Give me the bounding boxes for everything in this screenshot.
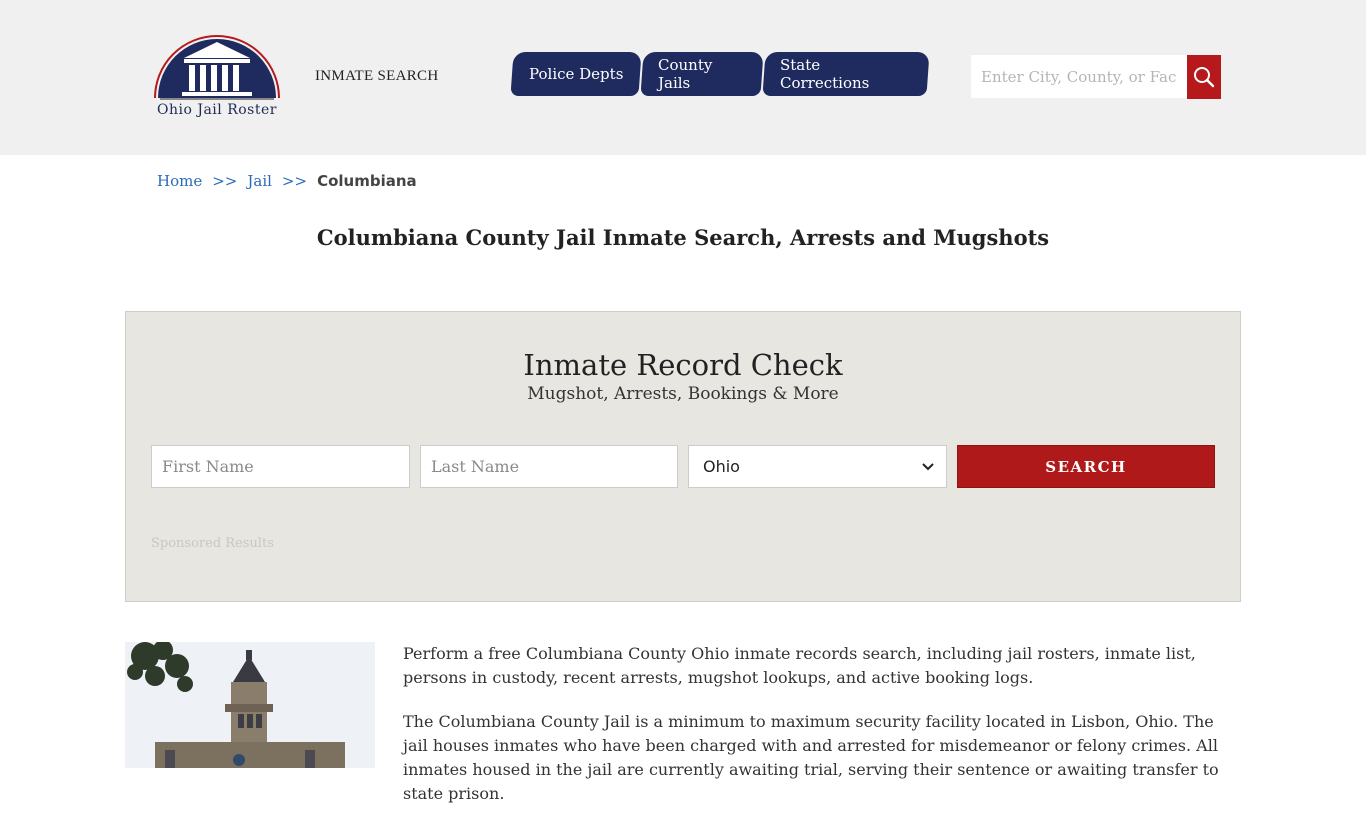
intro-paragraph: Perform a free Columbiana County Ohio in… bbox=[403, 644, 1196, 687]
nav-tab-police-depts[interactable]: Police Depts bbox=[510, 52, 642, 96]
nav-tab-county-jails[interactable]: County Jails bbox=[640, 52, 764, 96]
breadcrumb: Home >> Jail >> Columbiana bbox=[157, 172, 417, 190]
nav-tab-label: State Corrections bbox=[780, 56, 870, 92]
panel-title: Inmate Record Check bbox=[523, 348, 843, 382]
state-select[interactable]: Ohio bbox=[688, 445, 947, 488]
nav-tab-label: Police Depts bbox=[528, 65, 624, 83]
breadcrumb-jail[interactable]: Jail bbox=[247, 172, 272, 190]
state-select-value: Ohio bbox=[703, 457, 740, 476]
courthouse-image bbox=[125, 642, 375, 768]
main-nav: Police Depts County Jails State Correcti… bbox=[510, 52, 930, 96]
first-name-input[interactable] bbox=[151, 445, 410, 488]
nav-tab-label: County Jails bbox=[658, 56, 713, 92]
inmate-record-check-panel: Inmate Record Check Mugshot, Arrests, Bo… bbox=[125, 311, 1241, 602]
search-icon bbox=[1194, 67, 1215, 88]
main-content: Perform a free Columbiana County Ohio in… bbox=[403, 642, 1241, 826]
logo-text: Ohio Jail Roster bbox=[157, 102, 277, 118]
last-name-input[interactable] bbox=[420, 445, 678, 488]
description-paragraph: The Columbiana County Jail is a minimum … bbox=[403, 712, 1219, 803]
nav-tab-state-corrections[interactable]: State Corrections bbox=[762, 52, 930, 96]
site-logo[interactable]: Ohio Jail Roster bbox=[146, 34, 288, 124]
courthouse-logo-icon bbox=[154, 35, 280, 100]
chevron-down-icon bbox=[922, 462, 934, 470]
breadcrumb-separator: >> bbox=[281, 172, 308, 190]
breadcrumb-home[interactable]: Home bbox=[157, 172, 202, 190]
courthouse-photo bbox=[125, 642, 375, 768]
record-search-button[interactable]: SEARCH bbox=[957, 445, 1215, 488]
panel-subtitle: Mugshot, Arrests, Bookings & More bbox=[527, 384, 839, 404]
sponsored-results-label: Sponsored Results bbox=[151, 536, 274, 551]
inmate-search-link[interactable]: INMATE SEARCH bbox=[315, 68, 439, 85]
site-search-input[interactable] bbox=[971, 55, 1187, 98]
site-header: Ohio Jail Roster INMATE SEARCH Police De… bbox=[0, 0, 1366, 155]
page-title: Columbiana County Jail Inmate Search, Ar… bbox=[316, 225, 1050, 250]
breadcrumb-current: Columbiana bbox=[317, 172, 417, 190]
breadcrumb-separator: >> bbox=[212, 172, 238, 190]
site-search-button[interactable] bbox=[1187, 55, 1221, 99]
